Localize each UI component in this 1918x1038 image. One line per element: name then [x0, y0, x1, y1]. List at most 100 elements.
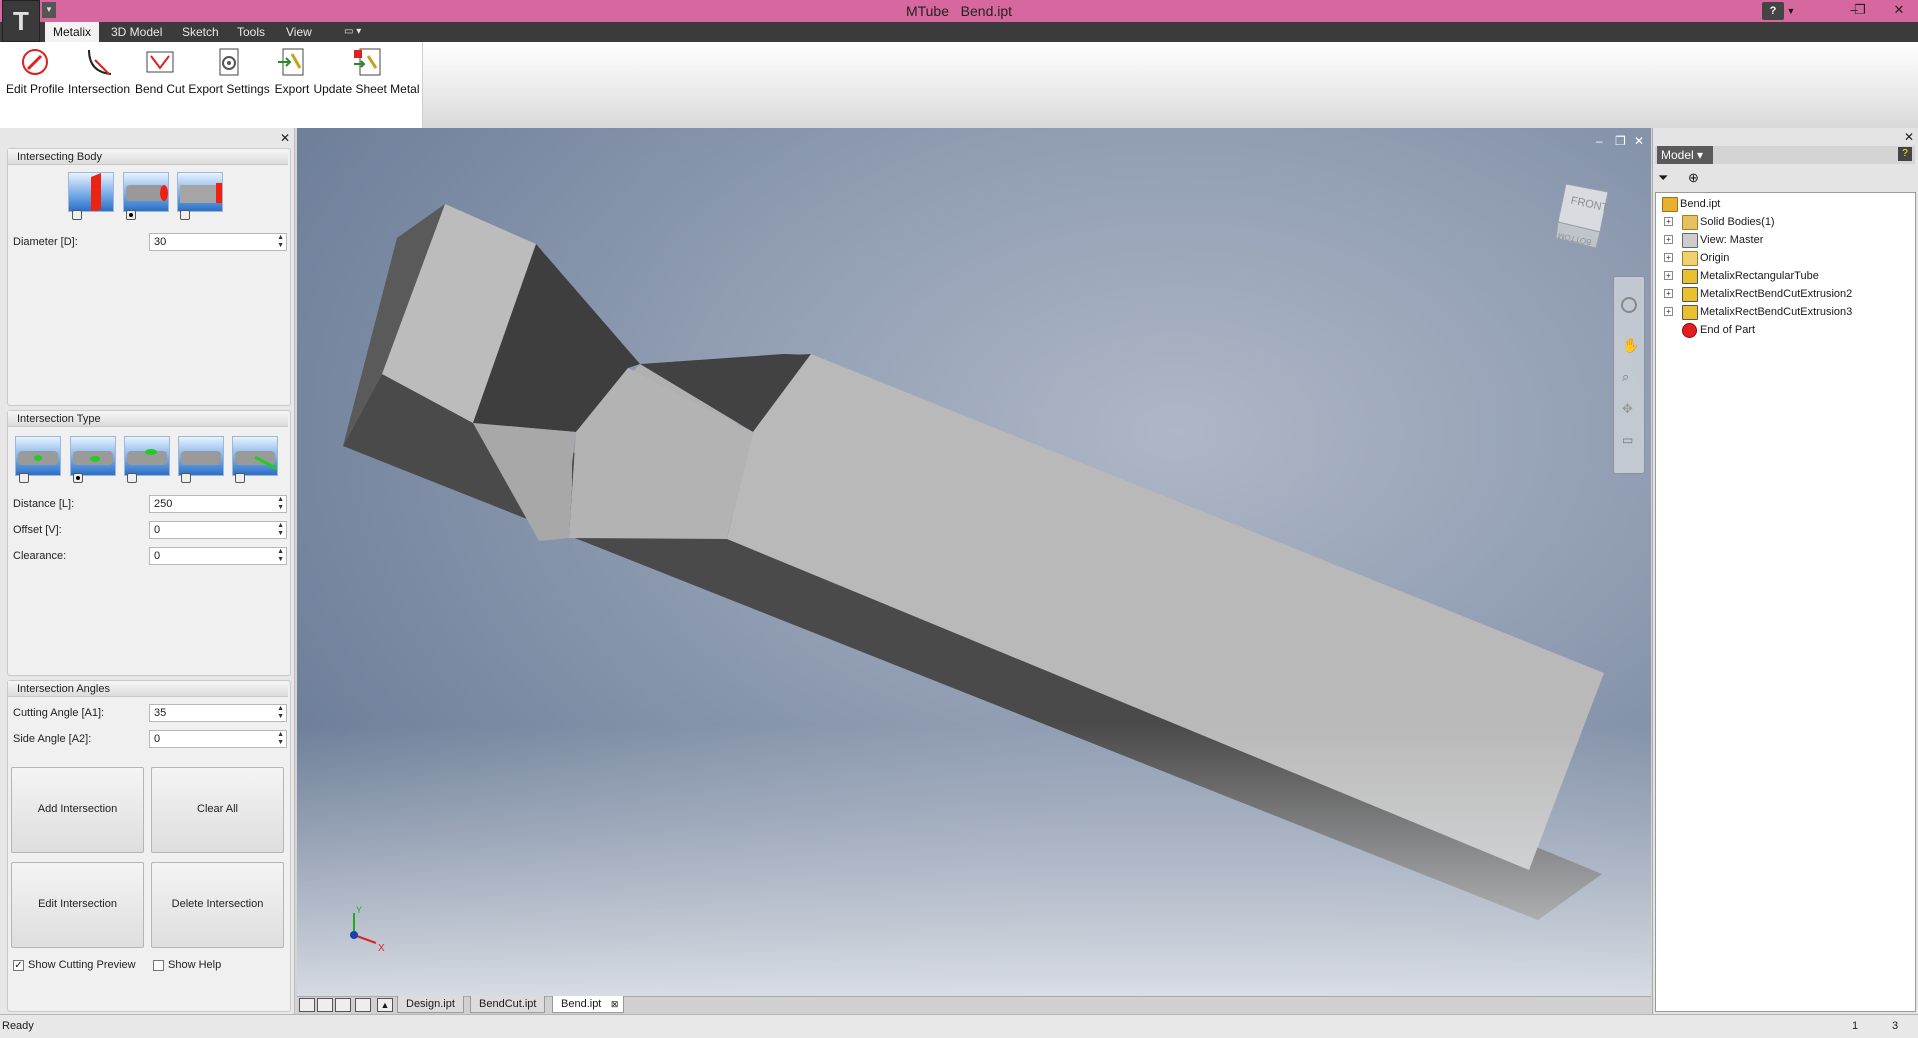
filter-icon[interactable]: ⏷: [1658, 170, 1668, 186]
doc-tab-close-icon[interactable]: ⊠: [611, 996, 619, 1013]
cutting-angle-spinner-icon[interactable]: ▲ ▼: [277, 705, 284, 721]
look-at-icon[interactable]: ▭: [1622, 433, 1633, 447]
orbit-icon[interactable]: ✥: [1622, 401, 1633, 417]
offset-input[interactable]: 0 ▲ ▼: [149, 521, 287, 539]
edit-intersection-button[interactable]: Edit Intersection: [11, 862, 144, 948]
find-icon[interactable]: ⊕: [1688, 170, 1699, 186]
type-4-radio[interactable]: [181, 473, 191, 483]
expand-icon[interactable]: +: [1664, 217, 1673, 226]
close-window-icon[interactable]: ✕: [1885, 0, 1913, 20]
offset-spinner-icon[interactable]: ▲ ▼: [277, 522, 284, 538]
doc-list-up-icon[interactable]: ▲: [377, 998, 393, 1012]
delete-intersection-button[interactable]: Delete Intersection: [151, 862, 284, 948]
diameter-input[interactable]: 30 ▲ ▼: [149, 233, 287, 251]
viewcube[interactable]: FRONT BOTTOM: [1552, 176, 1616, 252]
vertical-layout-icon[interactable]: [355, 998, 371, 1012]
doc-tab-bendcut[interactable]: BendCut.ipt: [470, 996, 546, 1013]
type-2-radio[interactable]: [73, 473, 83, 483]
pan-icon[interactable]: ✋: [1622, 337, 1639, 354]
type-4-icon: [181, 451, 221, 465]
tab-view[interactable]: View: [278, 22, 320, 42]
type-2-thumbnail[interactable]: [70, 436, 116, 476]
intersection-type-title: Intersection Type: [8, 411, 288, 427]
folder-icon: [1682, 251, 1698, 266]
feature-icon: [1682, 305, 1698, 320]
type-5-radio[interactable]: [235, 473, 245, 483]
navigation-bar: ✋ ⌕ ✥ ▭: [1613, 276, 1645, 474]
body-box-thumbnail[interactable]: [177, 172, 223, 212]
restore-icon[interactable]: ❐: [1846, 0, 1874, 20]
tile-layout-icon[interactable]: [317, 998, 333, 1012]
show-cutting-preview-checkbox[interactable]: ✓: [13, 960, 24, 971]
doc-tab-bend[interactable]: Bend.ipt ⊠: [552, 996, 625, 1013]
add-intersection-button[interactable]: Add Intersection: [11, 767, 144, 853]
bend-cut-button[interactable]: Bend Cut: [133, 46, 187, 102]
body-plane-thumbnail[interactable]: [68, 172, 114, 212]
expand-icon[interactable]: +: [1664, 289, 1673, 298]
tab-3d-model[interactable]: 3D Model: [103, 22, 170, 42]
export-settings-button[interactable]: Export Settings: [188, 46, 270, 102]
body-cylinder-radio[interactable]: [126, 210, 136, 220]
viewcube-icon: FRONT BOTTOM: [1555, 183, 1609, 249]
offset-label: Offset [V]:: [13, 524, 62, 536]
help-icon[interactable]: ?: [1762, 2, 1784, 20]
type-3-radio[interactable]: [127, 473, 137, 483]
browser-model-dropdown[interactable]: Model ▾: [1657, 146, 1713, 164]
body-plane-radio[interactable]: [72, 210, 82, 220]
cutting-angle-input[interactable]: 35 ▲ ▼: [149, 704, 287, 722]
viewport-close-icon[interactable]: ✕: [1634, 134, 1644, 148]
type-3-thumbnail[interactable]: [124, 436, 170, 476]
status-text: Ready: [2, 1020, 34, 1032]
type-1-radio[interactable]: [19, 473, 29, 483]
steering-wheel-icon[interactable]: [1621, 297, 1637, 313]
type-5-thumbnail[interactable]: [232, 436, 278, 476]
intersection-label: Intersection: [67, 82, 131, 96]
status-count-2: 3: [1892, 1020, 1899, 1032]
horizontal-layout-icon[interactable]: [335, 998, 351, 1012]
type-1-thumbnail[interactable]: [15, 436, 61, 476]
distance-spinner-icon[interactable]: ▲ ▼: [277, 496, 284, 512]
viewport-minimize-icon[interactable]: –: [1596, 134, 1603, 148]
type-5-icon: [235, 451, 277, 471]
side-angle-spinner-icon[interactable]: ▲ ▼: [277, 731, 284, 747]
tab-tools[interactable]: Tools: [229, 22, 273, 42]
expand-icon[interactable]: +: [1664, 271, 1673, 280]
export-button[interactable]: Export: [272, 46, 312, 102]
clearance-spinner-icon[interactable]: ▲ ▼: [277, 548, 284, 564]
cascade-layout-icon[interactable]: [299, 998, 315, 1012]
show-help-checkbox[interactable]: [153, 960, 164, 971]
body-box-radio[interactable]: [180, 210, 190, 220]
tab-sketch[interactable]: Sketch: [174, 22, 227, 42]
clear-all-button[interactable]: Clear All: [151, 767, 284, 853]
cylinder-body-icon: [126, 185, 168, 201]
app-logo[interactable]: T: [2, 0, 40, 42]
app-name: MTube: [905, 3, 949, 19]
intersection-button[interactable]: Intersection: [66, 46, 132, 102]
update-sheet-metal-button[interactable]: Update Sheet Metal: [313, 46, 420, 102]
browser-close-icon[interactable]: ✕: [1904, 130, 1914, 144]
delete-intersection-label: Delete Intersection: [171, 898, 264, 910]
document-name: Bend.ipt: [960, 3, 1013, 19]
extra-tab-dropdown-icon[interactable]: ▭ ▾: [336, 22, 369, 42]
edit-profile-button[interactable]: Edit Profile: [4, 46, 66, 102]
doc-tab-design[interactable]: Design.ipt: [397, 996, 464, 1013]
bend-cut-label: Bend Cut: [134, 82, 186, 96]
browser-help-icon[interactable]: ?: [1898, 147, 1912, 161]
tab-metalix[interactable]: Metalix: [45, 22, 100, 42]
expand-icon[interactable]: +: [1664, 235, 1673, 244]
help-dropdown-icon[interactable]: ▼: [1786, 2, 1796, 20]
status-count-1: 1: [1852, 1020, 1859, 1032]
body-cylinder-thumbnail[interactable]: [123, 172, 169, 212]
type-4-thumbnail[interactable]: [178, 436, 224, 476]
clearance-input[interactable]: 0 ▲ ▼: [149, 547, 287, 565]
panel-close-icon[interactable]: ✕: [280, 131, 290, 145]
zoom-icon[interactable]: ⌕: [1622, 369, 1629, 385]
viewport-floor-gradient: [297, 725, 1651, 996]
expand-icon[interactable]: +: [1664, 253, 1673, 262]
expand-icon[interactable]: +: [1664, 307, 1673, 316]
diameter-spinner-icon[interactable]: ▲ ▼: [277, 234, 284, 250]
distance-input[interactable]: 250 ▲ ▼: [149, 495, 287, 513]
viewport-restore-icon[interactable]: ❐: [1615, 134, 1626, 148]
bend-cut-icon: [146, 51, 174, 73]
side-angle-input[interactable]: 0 ▲ ▼: [149, 730, 287, 748]
